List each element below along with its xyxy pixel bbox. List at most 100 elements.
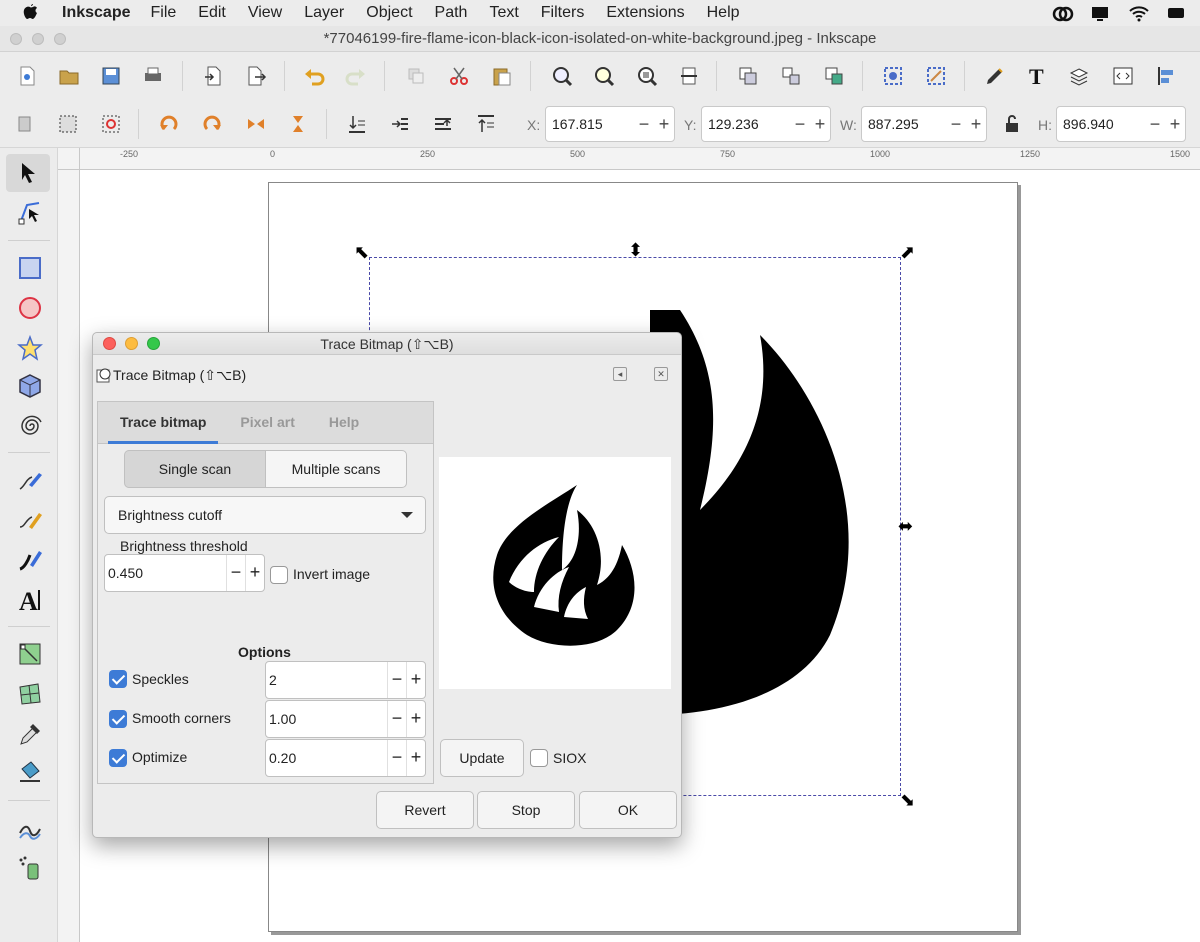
speckles-increment-button[interactable]: + [406,662,425,698]
node-tool-icon[interactable] [14,196,46,228]
ellipse-tool-icon[interactable] [14,292,46,324]
rotate-cw-icon[interactable] [199,111,225,137]
zoom-window-button[interactable] [54,33,66,45]
revert-button[interactable]: Revert [376,791,474,829]
single-scan-button[interactable]: Single scan [124,450,266,488]
xml-editor-pen-icon[interactable] [982,63,1008,89]
threshold-value[interactable]: 0.450 [105,565,226,581]
ok-button[interactable]: OK [579,791,677,829]
zoom-page-width-icon[interactable] [676,63,702,89]
duplicate-icon[interactable] [403,63,429,89]
lower-to-bottom-icon[interactable] [344,111,370,137]
menu-filters[interactable]: Filters [541,4,585,22]
close-window-button[interactable] [10,33,22,45]
zoom-drawing-icon[interactable] [591,63,617,89]
menu-object[interactable]: Object [366,4,412,22]
dialog-close-button[interactable] [103,337,116,350]
pen-tool-icon[interactable] [14,504,46,536]
gradient-tool-icon[interactable] [14,638,46,670]
speckles-spinbox[interactable]: 2 − + [265,661,426,699]
raise-to-top-icon[interactable] [473,111,499,137]
select-all-layers-icon[interactable] [55,111,81,137]
apple-icon[interactable] [22,2,50,25]
width-increment-button[interactable]: + [966,114,986,135]
text-font-icon[interactable]: T [1024,63,1050,89]
dropper-tool-icon[interactable] [14,718,46,750]
tab-pixel-art[interactable]: Pixel art [228,402,306,444]
height-increment-button[interactable]: + [1165,114,1185,135]
smooth-corners-checkbox[interactable] [109,710,127,728]
clone-icon[interactable] [821,63,847,89]
height-value[interactable]: 896.940 [1057,116,1145,132]
wifi-icon[interactable] [1128,4,1149,22]
x-decrement-button[interactable]: − [634,114,654,135]
siox-checkbox[interactable] [530,749,548,767]
layers-icon[interactable] [1066,63,1092,89]
calligraphy-tool-icon[interactable] [14,544,46,576]
dialog-zoom-button[interactable] [147,337,160,350]
paste-icon[interactable] [489,63,515,89]
top-ruler[interactable]: -250 0 250 500 750 1000 1250 1500 [80,148,1200,170]
align-distribute-icon[interactable] [1153,63,1179,89]
flip-vertical-icon[interactable] [285,111,311,137]
keyboard-icon[interactable] [1166,4,1186,22]
y-increment-button[interactable]: + [810,114,830,135]
threshold-increment-button[interactable]: + [245,555,264,591]
threshold-spinbox[interactable]: 0.450 − + [104,554,265,592]
smooth-corners-value[interactable]: 1.00 [266,711,387,727]
group-icon[interactable] [735,63,761,89]
width-decrement-button[interactable]: − [946,114,966,135]
optimize-spinbox[interactable]: 0.20 − + [265,739,426,777]
width-field[interactable]: 887.295 − + [861,106,987,142]
optimize-decrement-button[interactable]: − [387,740,406,776]
lower-icon[interactable] [387,111,413,137]
spiral-tool-icon[interactable] [14,410,46,442]
multiple-scans-button[interactable]: Multiple scans [265,450,407,488]
open-document-icon[interactable] [56,63,82,89]
3d-box-tool-icon[interactable] [14,370,46,402]
zoom-page-icon[interactable] [634,63,660,89]
raise-icon[interactable] [430,111,456,137]
paint-bucket-tool-icon[interactable] [14,756,46,788]
minimize-window-button[interactable] [32,33,44,45]
invert-image-checkbox[interactable] [270,566,288,584]
import-icon[interactable] [200,63,226,89]
cut-icon[interactable] [446,63,472,89]
smooth-corners-decrement-button[interactable]: − [387,701,406,737]
select-all-icon[interactable] [12,111,38,137]
y-value[interactable]: 129.236 [702,116,790,132]
smooth-corners-spinbox[interactable]: 1.00 − + [265,700,426,738]
x-coordinate-field[interactable]: 167.815 − + [545,106,675,142]
deselect-icon[interactable] [98,111,124,137]
dialog-minimize-button[interactable] [125,337,138,350]
tweak-tool-icon[interactable] [14,812,46,844]
x-increment-button[interactable]: + [654,114,674,135]
menu-help[interactable]: Help [707,4,740,22]
x-value[interactable]: 167.815 [546,116,634,132]
height-field[interactable]: 896.940 − + [1056,106,1186,142]
scale-handle-ne[interactable]: ⬈ [900,242,915,263]
scale-handle-nw[interactable]: ⬉ [354,242,369,263]
rotate-ccw-icon[interactable] [156,111,182,137]
xml-editor-icon[interactable] [1110,63,1136,89]
selector-tool-icon[interactable] [6,154,50,192]
menu-text[interactable]: Text [489,4,518,22]
height-decrement-button[interactable]: − [1145,114,1165,135]
spray-tool-icon[interactable] [14,852,46,884]
y-coordinate-field[interactable]: 129.236 − + [701,106,831,142]
rectangle-tool-icon[interactable] [14,252,46,284]
optimize-value[interactable]: 0.20 [266,750,387,766]
creative-cloud-icon[interactable] [1052,4,1074,22]
display-icon[interactable] [1090,4,1110,22]
menu-view[interactable]: View [248,4,282,22]
update-button[interactable]: Update [440,739,524,777]
y-decrement-button[interactable]: − [790,114,810,135]
dock-iconify-button[interactable]: ◂ [613,367,627,381]
print-document-icon[interactable] [140,63,166,89]
stop-button[interactable]: Stop [477,791,575,829]
mesh-tool-icon[interactable] [14,678,46,710]
flip-horizontal-icon[interactable] [243,111,269,137]
menu-layer[interactable]: Layer [304,4,344,22]
new-document-icon[interactable] [14,63,40,89]
scale-handle-se[interactable]: ⬊ [900,790,915,811]
